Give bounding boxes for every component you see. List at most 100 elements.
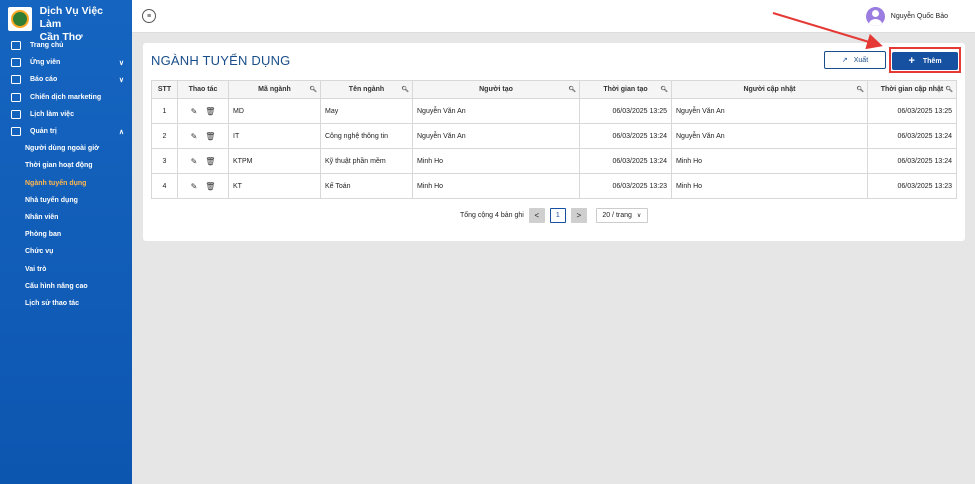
sidebar-subitem-offhours-users[interactable]: Người dùng ngoài giờ (0, 140, 132, 157)
cell-creator: Nguyễn Văn An (412, 98, 580, 124)
cell-name: Kỹ thuật phần mềm (320, 148, 413, 174)
search-icon: 🔍︎ (401, 87, 409, 93)
campaign-icon (11, 92, 21, 102)
cell-created-at: 06/03/2025 13:24 (579, 148, 672, 174)
top-header: ≡ Nguyễn Quốc Bảo (132, 0, 975, 33)
sidebar-item-home[interactable]: Trang chủ (0, 37, 132, 54)
cell-updater: Minh Ho (671, 173, 868, 199)
column-header[interactable]: Người tạo 🔍︎ (412, 80, 580, 99)
sidebar-subitem-active-time[interactable]: Thời gian hoạt động (0, 157, 132, 174)
table-row: 1 ✎ 🗑 MD May Nguyễn Văn An 06/03/2025 13:… (151, 98, 957, 124)
prev-page-button[interactable]: < (528, 208, 545, 223)
cell-code: MD (228, 98, 321, 124)
chevron-down-icon: ∨ (118, 59, 124, 67)
sidebar-item-label: Quản trị (30, 128, 57, 136)
column-header: STT (151, 80, 178, 99)
chevron-up-icon: ∧ (118, 128, 124, 136)
cell-actions: ✎ 🗑 (177, 148, 229, 174)
column-header[interactable]: Thời gian cập nhật 🔍︎ (867, 80, 957, 99)
sidebar-item-reports[interactable]: Báo cáo ∨ (0, 71, 132, 88)
cell-name: Kế Toán (320, 173, 413, 199)
delete-icon[interactable]: 🗑 (205, 182, 215, 191)
table-row: 2 ✎ 🗑 IT Công nghệ thông tin Nguyễn Văn A… (151, 123, 957, 149)
cell-updated-at: 06/03/2025 13:25 (867, 98, 957, 124)
sidebar-item-admin[interactable]: Quản trị ∧ (0, 123, 132, 140)
cell-updated-at: 06/03/2025 13:23 (867, 173, 957, 199)
sidebar-item-calendar[interactable]: Lịch làm việc (0, 106, 132, 123)
total-records: Tổng cộng 4 bản ghi (460, 212, 524, 219)
page-title: NGÀNH TUYỂN DỤNG (151, 53, 291, 68)
delete-icon[interactable]: 🗑 (205, 132, 215, 141)
sidebar-subitem-staff[interactable]: Nhân viên (0, 209, 132, 226)
cell-stt: 1 (151, 98, 178, 124)
cell-created-at: 06/03/2025 13:23 (579, 173, 672, 199)
cell-created-at: 06/03/2025 13:25 (579, 98, 672, 124)
cell-stt: 3 (151, 148, 178, 174)
sidebar-subitem-roles[interactable]: Vai trò (0, 260, 132, 277)
menu-toggle-button[interactable]: ≡ (142, 9, 156, 23)
sidebar-subitem-activity-log[interactable]: Lịch sử thao tác (0, 295, 132, 312)
sidebar-subitem-advanced-config[interactable]: Cấu hình nâng cao (0, 278, 132, 295)
page-size-value: 20 / trang (602, 212, 632, 219)
brand-title-line1: Dịch Vụ Việc Làm (39, 5, 103, 30)
cell-stt: 4 (151, 173, 178, 199)
current-page-button[interactable]: 1 (549, 208, 566, 223)
sidebar-item-label: Ứng viên (30, 59, 61, 67)
cell-creator: Nguyễn Văn An (412, 123, 580, 149)
edit-icon[interactable]: ✎ (191, 182, 198, 191)
sidebar-item-label: Trang chủ (30, 42, 64, 50)
add-button[interactable]: + Thêm (892, 52, 958, 70)
search-icon: 🔍︎ (856, 87, 864, 93)
edit-icon[interactable]: ✎ (191, 107, 198, 116)
candidate-icon (11, 58, 21, 68)
sidebar-menu: Trang chủ Ứng viên ∨ Báo cáo ∨ Chiến dịc… (0, 37, 132, 312)
report-icon (11, 75, 21, 85)
chevron-down-icon: ∨ (636, 213, 642, 219)
cell-name: Công nghệ thông tin (320, 123, 413, 149)
sidebar-item-candidates[interactable]: Ứng viên ∨ (0, 54, 132, 71)
sidebar-item-marketing[interactable]: Chiến dịch marketing (0, 89, 132, 106)
cell-code: KT (228, 173, 321, 199)
brand[interactable]: Dịch Vụ Việc Làm Cần Thơ (0, 0, 132, 43)
search-icon: 🔍︎ (945, 87, 953, 93)
sidebar-subitem-employers[interactable]: Nhà tuyển dụng (0, 192, 132, 209)
table-header-row: STT Thao tác Mã ngành 🔍︎ Tên ngành 🔍︎ Ngườ… (151, 80, 957, 99)
cell-code: IT (228, 123, 321, 149)
content-card: NGÀNH TUYỂN DỤNG ↗ Xuất + Thêm STT Thao … (143, 43, 965, 241)
user-name: Nguyễn Quốc Bảo (890, 13, 948, 20)
table-row: 4 ✎ 🗑 KT Kế Toán Minh Ho 06/03/2025 13:23… (151, 173, 957, 199)
sidebar-subitem-positions[interactable]: Chức vụ (0, 243, 132, 260)
page-size-select[interactable]: 20 / trang ∨ (595, 208, 648, 223)
sidebar-item-label: Chiến dịch marketing (30, 93, 102, 101)
calendar-icon (11, 109, 21, 119)
cell-name: May (320, 98, 413, 124)
cell-updated-at: 06/03/2025 13:24 (867, 148, 957, 174)
sidebar-item-label: Lịch làm việc (30, 110, 74, 118)
column-header[interactable]: Người cập nhật 🔍︎ (671, 80, 868, 99)
delete-icon[interactable]: 🗑 (205, 157, 215, 166)
search-icon: 🔍︎ (660, 87, 668, 93)
edit-icon[interactable]: ✎ (191, 132, 198, 141)
cell-stt: 2 (151, 123, 178, 149)
sidebar-subitem-departments[interactable]: Phòng ban (0, 226, 132, 243)
table-row: 3 ✎ 🗑 KTPM Kỹ thuật phần mềm Minh Ho 06/0… (151, 148, 957, 174)
industries-table: STT Thao tác Mã ngành 🔍︎ Tên ngành 🔍︎ Ngườ… (151, 80, 957, 199)
sidebar-subitem-industries[interactable]: Ngành tuyển dụng (0, 175, 132, 192)
user-menu[interactable]: Nguyễn Quốc Bảo (865, 7, 948, 26)
delete-icon[interactable]: 🗑 (205, 107, 215, 116)
cell-actions: ✎ 🗑 (177, 173, 229, 199)
next-page-button[interactable]: > (570, 208, 587, 223)
sidebar: Dịch Vụ Việc Làm Cần Thơ Trang chủ Ứng v… (0, 0, 132, 484)
column-header[interactable]: Thời gian tạo 🔍︎ (579, 80, 672, 99)
cell-updater: Nguyễn Văn An (671, 98, 868, 124)
export-icon: ↗ (841, 57, 848, 64)
column-header[interactable]: Mã ngành 🔍︎ (228, 80, 321, 99)
export-button[interactable]: ↗ Xuất (824, 51, 886, 69)
admin-icon (11, 127, 21, 137)
cell-creator: Minh Ho (412, 173, 580, 199)
cell-code: KTPM (228, 148, 321, 174)
edit-icon[interactable]: ✎ (191, 157, 198, 166)
column-header[interactable]: Tên ngành 🔍︎ (320, 80, 413, 99)
cell-updater: Nguyễn Văn An (671, 123, 868, 149)
logo (8, 7, 32, 31)
